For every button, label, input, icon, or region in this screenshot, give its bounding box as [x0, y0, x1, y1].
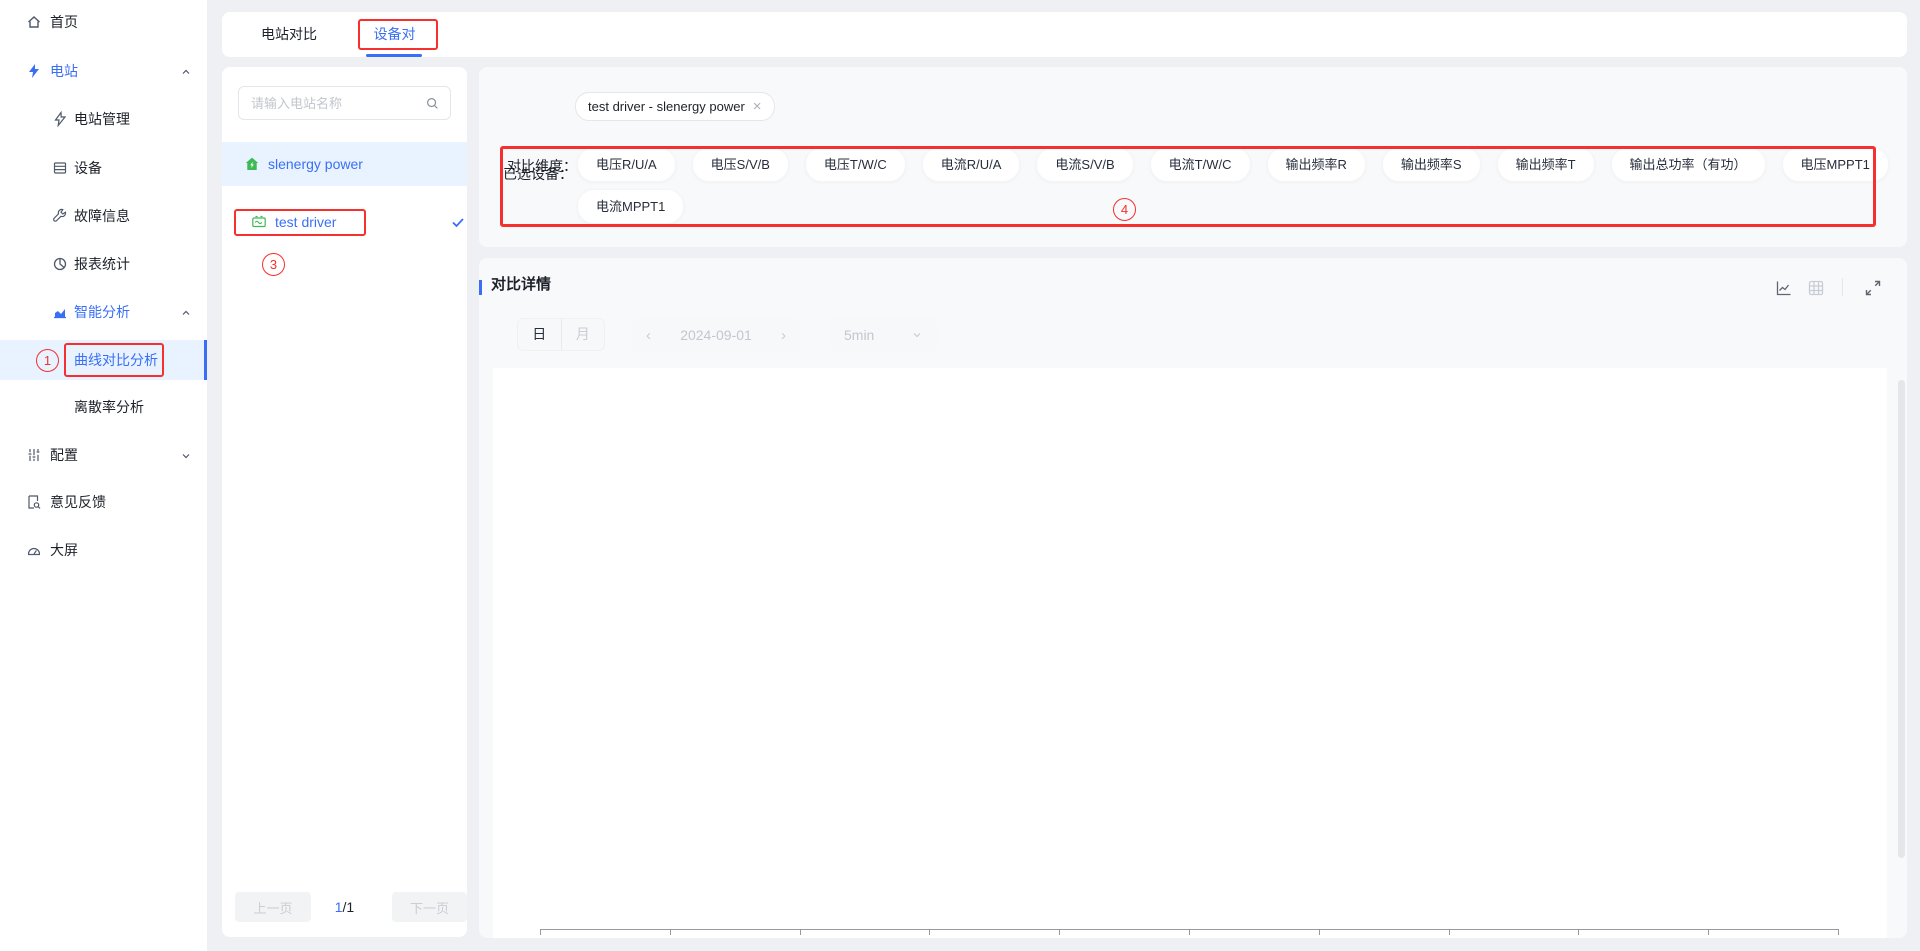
pie-chart-icon	[52, 256, 68, 272]
tab-bar: 电站对比 设备对比	[222, 12, 1907, 57]
interval-value: 5min	[844, 327, 874, 343]
sidebar-item-config[interactable]: 配置	[0, 435, 207, 475]
date-picker[interactable]: ‹ 2024-09-01 ›	[632, 318, 800, 352]
sliders-icon	[26, 447, 42, 463]
sidebar-item-label: 报表统计	[74, 244, 130, 284]
station-house-icon	[244, 156, 260, 172]
sidebar-item-dispersion-analysis[interactable]: 离散率分析	[0, 387, 207, 427]
sidebar-item-big-screen[interactable]: 大屏	[0, 530, 207, 570]
vertical-scrollbar[interactable]	[1898, 380, 1905, 858]
sidebar-item-label: 电站管理	[74, 99, 130, 139]
sidebar-item-label: 智能分析	[74, 292, 130, 332]
station-search-box	[238, 86, 451, 120]
dimension-chip[interactable]: 电流T/W/C	[1150, 147, 1251, 182]
selected-device-tag[interactable]: test driver - slenergy power ×	[575, 92, 775, 121]
lightning-icon	[26, 63, 42, 79]
period-segmented-control: 日 月	[517, 318, 605, 351]
dimension-chip[interactable]: 电流S/V/B	[1036, 147, 1133, 182]
station-row-slenergy-power[interactable]: slenergy power	[222, 142, 467, 186]
sidebar-item-plant-management[interactable]: 电站管理	[0, 99, 207, 139]
lightning-outline-icon	[52, 111, 68, 127]
sidebar-item-label: 电站	[50, 51, 78, 91]
device-selection-card: 已选设备： test driver - slenergy power × 对比维…	[479, 67, 1907, 247]
comparison-detail-card: 对比详情 日 月 ‹ 2024-09-01 › 5min	[479, 258, 1907, 938]
device-row-test-driver[interactable]: test driver	[222, 203, 467, 240]
sidebar-item-plant[interactable]: 电站	[0, 51, 207, 91]
dimension-chip[interactable]: 电压S/V/B	[692, 147, 789, 182]
dimension-chip[interactable]: 输出频率S	[1382, 147, 1481, 182]
feedback-doc-icon	[26, 494, 42, 510]
sidebar-item-smart-analysis[interactable]: 智能分析	[0, 292, 207, 332]
gauge-icon	[26, 542, 42, 558]
dimension-chip[interactable]: 电压MPPT1	[1782, 147, 1889, 182]
tab-station-comparison[interactable]: 电站对比	[258, 12, 320, 57]
sidebar-item-curve-comparison[interactable]: 曲线对比分析	[0, 340, 207, 380]
sidebar-item-label: 首页	[50, 2, 78, 42]
dimension-chip[interactable]: 电流MPPT1	[577, 189, 684, 224]
sidebar-item-label: 曲线对比分析	[74, 340, 158, 380]
dimension-chip[interactable]: 电压T/W/C	[805, 147, 906, 182]
inverter-device-icon	[251, 214, 267, 230]
station-name: slenergy power	[268, 156, 363, 172]
sidebar-item-label: 设备	[74, 148, 102, 188]
dimension-chip[interactable]: 电压R/U/A	[577, 147, 676, 182]
dimension-chip[interactable]: 输出频率R	[1267, 147, 1366, 182]
dimension-chip[interactable]: 输出总功率（有功）	[1611, 147, 1766, 182]
page-total: /1	[343, 899, 355, 915]
bar-chart-icon	[52, 304, 68, 320]
dimension-chips-row2: 电流MPPT1	[577, 189, 684, 224]
tab-device-comparison[interactable]: 设备对比	[367, 12, 422, 57]
chevron-down-icon	[180, 449, 192, 461]
comparison-dimension-label: 对比维度：	[507, 156, 577, 176]
fullscreen-icon[interactable]	[1864, 279, 1882, 297]
home-icon	[26, 14, 42, 30]
search-input[interactable]	[249, 95, 425, 112]
device-list-icon	[52, 160, 68, 176]
date-value[interactable]: 2024-09-01	[680, 327, 752, 343]
period-month-option[interactable]: 月	[562, 319, 605, 350]
chevron-up-icon	[180, 306, 192, 318]
date-prev-icon[interactable]: ‹	[646, 328, 651, 343]
sidebar-item-report-stats[interactable]: 报表统计	[0, 244, 207, 284]
period-day-option[interactable]: 日	[518, 319, 562, 350]
sidebar-item-home[interactable]: 首页	[0, 2, 207, 42]
selected-device-tag-text: test driver - slenergy power	[588, 99, 745, 114]
active-tab-underline	[366, 54, 422, 57]
sidebar-item-devices[interactable]: 设备	[0, 148, 207, 188]
title-accent-bar	[479, 280, 482, 295]
sidebar-item-label: 意见反馈	[50, 482, 106, 522]
page-current: 1	[335, 899, 343, 915]
chevron-down-icon	[911, 329, 923, 341]
sidebar-item-feedback[interactable]: 意见反馈	[0, 482, 207, 522]
icon-divider	[1842, 278, 1843, 296]
detail-title: 对比详情	[491, 273, 551, 294]
next-page-button[interactable]: 下一页	[392, 892, 467, 922]
device-name: test driver	[275, 214, 336, 230]
interval-select[interactable]: 5min	[830, 318, 937, 351]
sidebar-item-label: 配置	[50, 435, 78, 475]
wrench-icon	[52, 208, 68, 224]
station-list-panel: slenergy power test driver 上一页 1/1 下一页	[222, 67, 467, 937]
close-icon[interactable]: ×	[753, 99, 762, 114]
dimension-chips-row1: 电压R/U/A 电压S/V/B 电压T/W/C 电流R/U/A 电流S/V/B …	[577, 147, 1889, 182]
sidebar-item-label: 故障信息	[74, 196, 130, 236]
search-icon	[425, 96, 440, 111]
check-icon	[450, 214, 466, 230]
chart-area	[493, 368, 1887, 938]
sidebar: 首页 电站 电站管理 设备 故障信	[0, 0, 207, 951]
chevron-up-icon	[180, 65, 192, 77]
dimension-chip[interactable]: 电流R/U/A	[922, 147, 1021, 182]
sidebar-item-label: 大屏	[50, 530, 78, 570]
sidebar-item-fault-info[interactable]: 故障信息	[0, 196, 207, 236]
dimension-chip[interactable]: 输出频率T	[1497, 147, 1595, 182]
date-next-icon[interactable]: ›	[781, 328, 786, 343]
chart-x-axis	[540, 929, 1838, 930]
page: 首页 电站 电站管理 设备 故障信	[0, 0, 1920, 951]
table-view-icon[interactable]	[1807, 279, 1825, 297]
sidebar-item-label: 离散率分析	[74, 387, 144, 427]
line-chart-view-icon[interactable]	[1775, 279, 1793, 297]
